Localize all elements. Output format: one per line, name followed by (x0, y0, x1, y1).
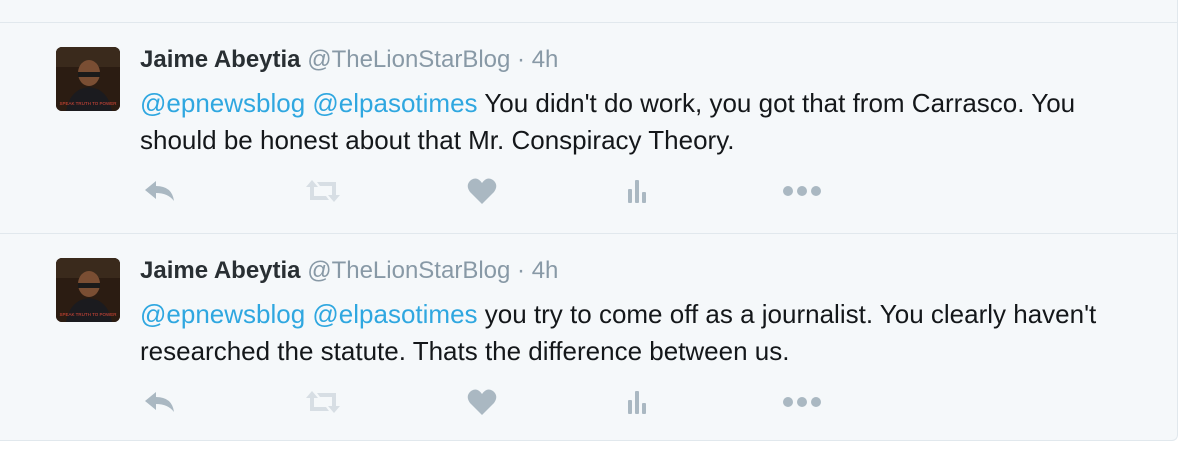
more-button[interactable] (782, 384, 822, 420)
like-button[interactable] (462, 384, 502, 420)
avatar[interactable]: SPEAK TRUTH TO POWER (56, 258, 120, 322)
avatar-caption: SPEAK TRUTH TO POWER (59, 101, 117, 106)
analytics-button[interactable] (617, 384, 657, 420)
author-handle[interactable]: @TheLionStarBlog (307, 257, 510, 284)
reply-icon (145, 392, 174, 412)
author-handle[interactable]: @TheLionStarBlog (307, 46, 510, 73)
author-name[interactable]: Jaime Abeytia (140, 46, 301, 73)
mention-link[interactable]: @elpasotimes (312, 88, 477, 118)
analytics-icon (628, 180, 646, 203)
retweet-icon (306, 180, 340, 202)
tweet-stream: SPEAK TRUTH TO POWER Jaime Abeytia @TheL… (0, 0, 1178, 441)
more-icon (783, 397, 821, 407)
mention-link[interactable]: @epnewsblog (140, 299, 305, 329)
reply-button[interactable] (140, 384, 180, 420)
mention-link[interactable]: @epnewsblog (140, 88, 305, 118)
timestamp[interactable]: 4h (532, 46, 559, 73)
retweet-button[interactable] (303, 173, 343, 209)
tweet[interactable]: SPEAK TRUTH TO POWER Jaime Abeytia @TheL… (0, 234, 1177, 444)
tweet[interactable]: SPEAK TRUTH TO POWER Jaime Abeytia @TheL… (0, 23, 1177, 233)
heart-icon (467, 178, 497, 204)
more-button[interactable] (782, 173, 822, 209)
mention-link[interactable]: @elpasotimes (312, 299, 477, 329)
more-icon (783, 186, 821, 196)
separator: · (517, 46, 526, 73)
tweet-header: Jaime Abeytia @TheLionStarBlog · 4h (140, 256, 558, 286)
separator: · (517, 257, 526, 284)
retweet-button[interactable] (303, 384, 343, 420)
tweet-header: Jaime Abeytia @TheLionStarBlog · 4h (140, 45, 558, 75)
analytics-button[interactable] (617, 173, 657, 209)
author-name[interactable]: Jaime Abeytia (140, 257, 301, 284)
timestamp[interactable]: 4h (532, 257, 559, 284)
tweet-text: @epnewsblog @elpasotimes You didn't do w… (140, 85, 1140, 159)
avatar[interactable]: SPEAK TRUTH TO POWER (56, 47, 120, 111)
reply-icon (145, 181, 174, 201)
analytics-icon (628, 391, 646, 414)
tweet-actions (140, 384, 840, 420)
heart-icon (467, 389, 497, 415)
tweet-actions (140, 173, 840, 209)
retweet-icon (306, 391, 340, 413)
like-button[interactable] (462, 173, 502, 209)
tweet-text: @epnewsblog @elpasotimes you try to come… (140, 296, 1140, 370)
avatar-caption: SPEAK TRUTH TO POWER (59, 312, 117, 317)
reply-button[interactable] (140, 173, 180, 209)
